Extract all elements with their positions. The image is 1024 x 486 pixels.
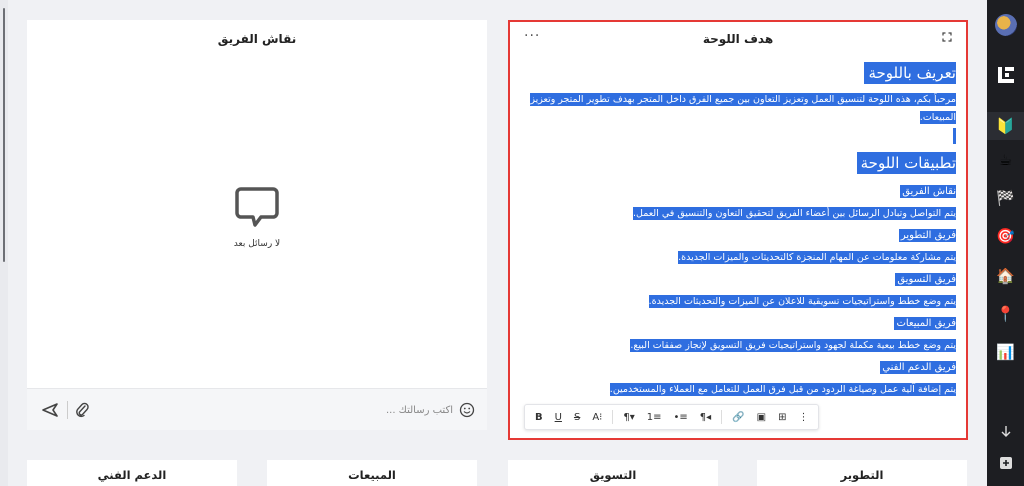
home-icon[interactable]: 🏠: [987, 262, 1024, 290]
rich-text-editor[interactable]: تعريف باللوحة مرحباً بكم، هذه اللوحة لتن…: [516, 60, 956, 402]
coffee-icon[interactable]: ☕: [987, 146, 1024, 174]
table-button[interactable]: ⊞: [772, 404, 792, 430]
left-scrollbar[interactable]: [0, 0, 8, 486]
section-title: فريق الدعم الفني: [880, 361, 956, 374]
formatting-toolbar: B U S A⁝ ¶▾ 1≡ •≡ ¶◂ 🔗 ▣ ⊞ ⋮: [524, 404, 820, 430]
avatar[interactable]: [995, 14, 1017, 36]
right-sidebar: 🔰 ☕ 🏁 🎯 🏠 📍 📊: [987, 0, 1024, 486]
toolbar-divider: [721, 410, 723, 424]
card-support[interactable]: الدعم الفني: [27, 460, 237, 486]
toolbar-more-button[interactable]: ⋮: [792, 404, 814, 430]
chat-composer: [27, 388, 487, 430]
arrow-down-icon[interactable]: [987, 424, 1024, 438]
board-goal-panel: ··· هدف اللوحة تعريف باللوحة مرحباً بكم،…: [508, 20, 968, 440]
chat-panel-title: نقاش الفريق: [217, 32, 297, 46]
underline-button[interactable]: U: [549, 404, 568, 430]
toolbar-divider: [612, 410, 614, 424]
image-button[interactable]: ▣: [751, 404, 772, 430]
checkered-flag-icon[interactable]: 🏁: [987, 184, 1024, 212]
add-icon[interactable]: [987, 456, 1024, 470]
app-logo-icon[interactable]: [987, 60, 1024, 90]
section-title: فريق المبيعات: [894, 317, 956, 330]
chart-icon[interactable]: 📊: [987, 338, 1024, 366]
intro-paragraph: مرحباً بكم، هذه اللوحة لتنسيق العمل وتعز…: [530, 93, 956, 124]
ordered-list-button[interactable]: 1≡: [641, 404, 668, 430]
composer-divider: [67, 401, 68, 419]
text-cursor: [953, 128, 956, 144]
bold-button[interactable]: B: [529, 404, 549, 430]
heading-apps: تطبيقات اللوحة: [856, 152, 956, 174]
send-icon[interactable]: [41, 402, 59, 418]
chat-empty-text: لا رسائل بعد: [233, 239, 281, 249]
card-sales[interactable]: المبيعات: [267, 460, 477, 486]
strikethrough-button[interactable]: S: [568, 404, 586, 430]
heading-intro: تعريف باللوحة: [864, 62, 956, 84]
paragraph-style-dropdown[interactable]: ¶▾: [617, 404, 640, 430]
goal-panel-title: هدف اللوحة: [702, 32, 774, 46]
attachment-icon[interactable]: [75, 402, 89, 418]
team-chat-panel: نقاش الفريق لا رسائل بعد: [27, 20, 487, 430]
text-direction-button[interactable]: ¶◂: [694, 404, 717, 430]
card-marketing[interactable]: التسويق: [508, 460, 718, 486]
font-size-button[interactable]: A⁝: [586, 404, 608, 430]
scrollbar-thumb[interactable]: [3, 8, 5, 262]
message-input[interactable]: [193, 400, 453, 420]
beginner-icon[interactable]: 🔰: [987, 112, 1024, 140]
target-icon[interactable]: 🎯: [987, 222, 1024, 250]
link-button[interactable]: 🔗: [726, 404, 750, 430]
emoji-icon[interactable]: [459, 402, 475, 418]
section-text: يتم مشاركة معلومات عن المهام المنجزة كال…: [678, 251, 956, 264]
section-text: يتم إضافة آلية عمل وصياغة الردود من قبل …: [609, 383, 956, 396]
section-title: فريق التطوير: [898, 229, 956, 242]
expand-icon[interactable]: [942, 32, 952, 42]
bullet-list-button[interactable]: •≡: [667, 404, 693, 430]
section-text: يتم التواصل وتبادل الرسائل بين أعضاء الف…: [633, 207, 956, 220]
section-text: يتم وضع خطط واستراتيجيات تسويقية للاعلان…: [648, 295, 956, 308]
section-title: نقاش الفريق: [900, 185, 956, 198]
card-development[interactable]: التطوير: [757, 460, 967, 486]
chat-empty-state: لا رسائل بعد: [27, 185, 487, 249]
chat-bubble-icon: [235, 187, 279, 227]
section-text: يتم وضع خطط بيعية مكملة لجهود واستراتيجي…: [630, 339, 956, 352]
section-title: فريق التسويق: [895, 273, 956, 286]
pin-icon[interactable]: 📍: [987, 300, 1024, 328]
